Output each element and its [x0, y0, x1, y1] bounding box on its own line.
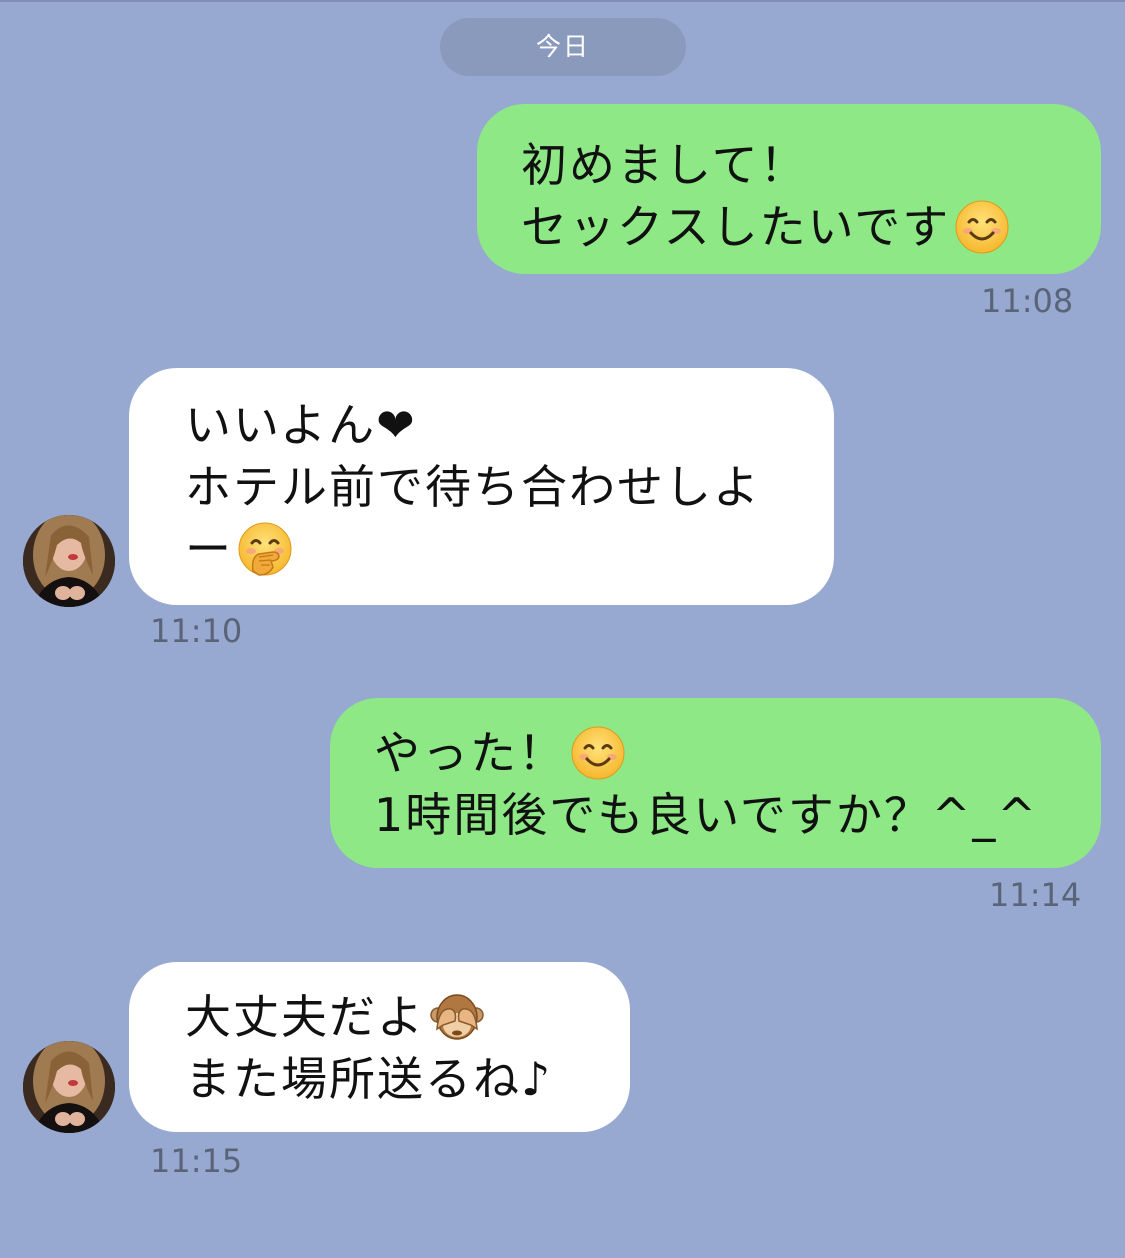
- smiling-face-icon: [955, 200, 1009, 253]
- message-bubble-incoming[interactable]: 大丈夫だよ また場所送るね♪: [129, 962, 630, 1132]
- message-text: ホテル前で待ち合わせしよ: [185, 460, 761, 514]
- message-bubble-outgoing[interactable]: 初めまして！ セックスしたいです: [477, 104, 1101, 274]
- message-text: やった！: [374, 726, 566, 780]
- message-bubble-outgoing[interactable]: やった！ 1時間後でも良いですか？^_^: [330, 698, 1101, 868]
- date-separator: 今日: [440, 18, 686, 76]
- contact-avatar[interactable]: [23, 515, 115, 607]
- message-timestamp: 11:08: [981, 282, 1074, 320]
- message-text: セックスしたいです: [521, 200, 951, 254]
- message-bubble-incoming[interactable]: いいよん❤ ホテル前で待ち合わせしよ ー: [129, 368, 834, 605]
- message-text: また場所送るね♪: [185, 1052, 553, 1106]
- smiling-face-icon: [571, 726, 625, 779]
- message-text: いいよん❤: [185, 398, 417, 452]
- message-text-row: 大丈夫だよ: [185, 986, 630, 1048]
- message-timestamp: 11:15: [150, 1142, 243, 1180]
- message-text: 1時間後でも良いですか？^_^: [374, 788, 1038, 842]
- avatar-photo: [23, 1041, 115, 1133]
- message-text: 大丈夫だよ: [185, 990, 425, 1044]
- top-divider: [0, 0, 1125, 2]
- avatar-photo: [23, 515, 115, 607]
- message-text: 初めまして！: [521, 138, 808, 192]
- message-text-row: ー: [185, 518, 834, 580]
- contact-avatar[interactable]: [23, 1041, 115, 1133]
- message-text-row: やった！: [374, 722, 1101, 784]
- message-text: ー: [185, 522, 233, 576]
- face-with-hand-over-mouth-icon: [238, 522, 292, 576]
- message-timestamp: 11:10: [150, 612, 243, 650]
- message-timestamp: 11:14: [989, 876, 1082, 914]
- message-text-row: セックスしたいです: [521, 196, 1101, 258]
- see-no-evil-monkey-icon: [430, 993, 484, 1040]
